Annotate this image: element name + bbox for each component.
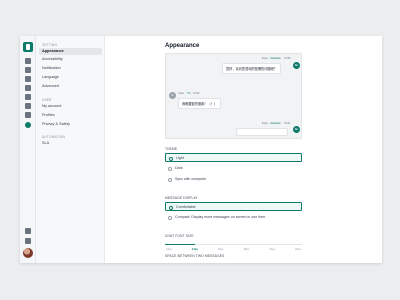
section-header-user: USER xyxy=(42,98,52,102)
option-label: Dark xyxy=(175,166,183,170)
message-bubble: 您好，请问您咨询的是哪些问题呢？ xyxy=(222,63,281,74)
home-icon[interactable] xyxy=(25,58,31,64)
settings-icon[interactable] xyxy=(25,122,31,128)
message-bubble: 我唯要退货退款！（！） xyxy=(178,98,222,109)
customer-avatar: C xyxy=(169,92,176,99)
radio-icon xyxy=(168,177,172,182)
sidebar-item-appearance[interactable]: Appearance xyxy=(39,48,102,55)
sidebar-item-language[interactable]: Language xyxy=(39,74,102,81)
font-size-label: CHAT FONT SIZE xyxy=(165,234,194,238)
slider-fill xyxy=(165,244,195,245)
inbox-icon[interactable] xyxy=(25,67,31,73)
chat-preview: Expo Helpdesk 13:55 您好，请问您咨询的是哪些问题呢？ AL … xyxy=(165,53,302,139)
message-time: 14:02 xyxy=(193,92,200,95)
document-icon[interactable] xyxy=(25,85,31,91)
section-header-automation: AUTOMATION xyxy=(42,135,65,139)
message-sender: Expo xyxy=(262,57,268,60)
sidebar-item-profiles[interactable]: Profiles xyxy=(39,112,102,119)
theme-option-sync[interactable]: Sync with computer xyxy=(165,175,302,184)
notification-icon[interactable] xyxy=(25,238,31,244)
page-title: Appearance xyxy=(165,43,200,49)
font-size-tick[interactable]: 12px xyxy=(166,247,172,251)
option-label: Comfortable xyxy=(176,205,196,209)
font-size-tick[interactable]: 20px xyxy=(269,247,275,251)
section-header-setting: SETTING xyxy=(42,43,58,47)
font-size-tick[interactable]: 18px xyxy=(243,247,249,251)
theme-option-light[interactable]: Light xyxy=(165,153,302,162)
font-size-tick[interactable]: 24px xyxy=(295,247,301,251)
message-display-label: MESSAGE DISPLAY xyxy=(165,196,198,200)
option-label: Light xyxy=(176,156,184,160)
message-tag: Helpdesk xyxy=(270,57,281,60)
main-panel: Appearance Expo Helpdesk 13:55 您好，请问您咨询的… xyxy=(105,36,382,263)
icon-rail xyxy=(20,36,36,263)
message-bubble xyxy=(236,128,288,136)
radio-selected-icon xyxy=(169,205,173,210)
agent-avatar: AL xyxy=(293,126,300,133)
option-label: Sync with computer xyxy=(175,177,207,181)
message-sender: Expo xyxy=(262,122,268,125)
message-tag: TG xyxy=(187,92,191,95)
font-size-slider[interactable] xyxy=(165,244,302,245)
message-sender: Chen xyxy=(178,92,185,95)
radio-icon xyxy=(168,215,172,220)
settings-sidebar: SETTING Appearance Accessibility Notific… xyxy=(36,36,105,263)
sidebar-item-advanced[interactable]: Advanced xyxy=(39,83,102,90)
list-icon[interactable] xyxy=(25,112,31,118)
app-logo-icon[interactable] xyxy=(23,42,33,52)
agent-avatar: AL xyxy=(293,62,300,69)
display-option-comfortable[interactable]: Comfortable xyxy=(165,202,302,211)
display-option-compact[interactable]: Compact: Display more messages on screen… xyxy=(165,213,302,222)
contacts-icon[interactable] xyxy=(25,76,31,82)
theme-option-dark[interactable]: Dark xyxy=(165,164,302,173)
help-icon[interactable] xyxy=(25,228,31,234)
message-tag: Helpdesk xyxy=(270,122,281,125)
sidebar-item-privacy[interactable]: Privacy & Safety xyxy=(39,121,102,128)
avatar[interactable] xyxy=(23,248,33,258)
sidebar-item-sla[interactable]: SLA xyxy=(39,140,102,147)
sidebar-item-accessibility[interactable]: Accessibility xyxy=(39,56,102,63)
option-label: Compact: Display more messages on screen… xyxy=(175,215,266,219)
chart-icon[interactable] xyxy=(25,103,31,109)
radio-selected-icon xyxy=(169,156,173,161)
sidebar-item-notification[interactable]: Notification xyxy=(39,65,102,72)
font-size-tick[interactable]: 14px xyxy=(192,247,198,251)
message-time: 15:01 xyxy=(284,122,291,125)
app-window: SETTING Appearance Accessibility Notific… xyxy=(20,36,382,263)
grid-icon[interactable] xyxy=(25,94,31,100)
sidebar-item-my-account[interactable]: My account xyxy=(39,103,102,110)
font-size-tick[interactable]: 16px xyxy=(218,247,224,251)
message-time: 13:55 xyxy=(284,57,291,60)
message-spacing-label: SPACE BETWEEN TWO MESSAGES xyxy=(165,254,225,258)
theme-label: THEME xyxy=(165,147,178,151)
radio-icon xyxy=(168,166,172,171)
